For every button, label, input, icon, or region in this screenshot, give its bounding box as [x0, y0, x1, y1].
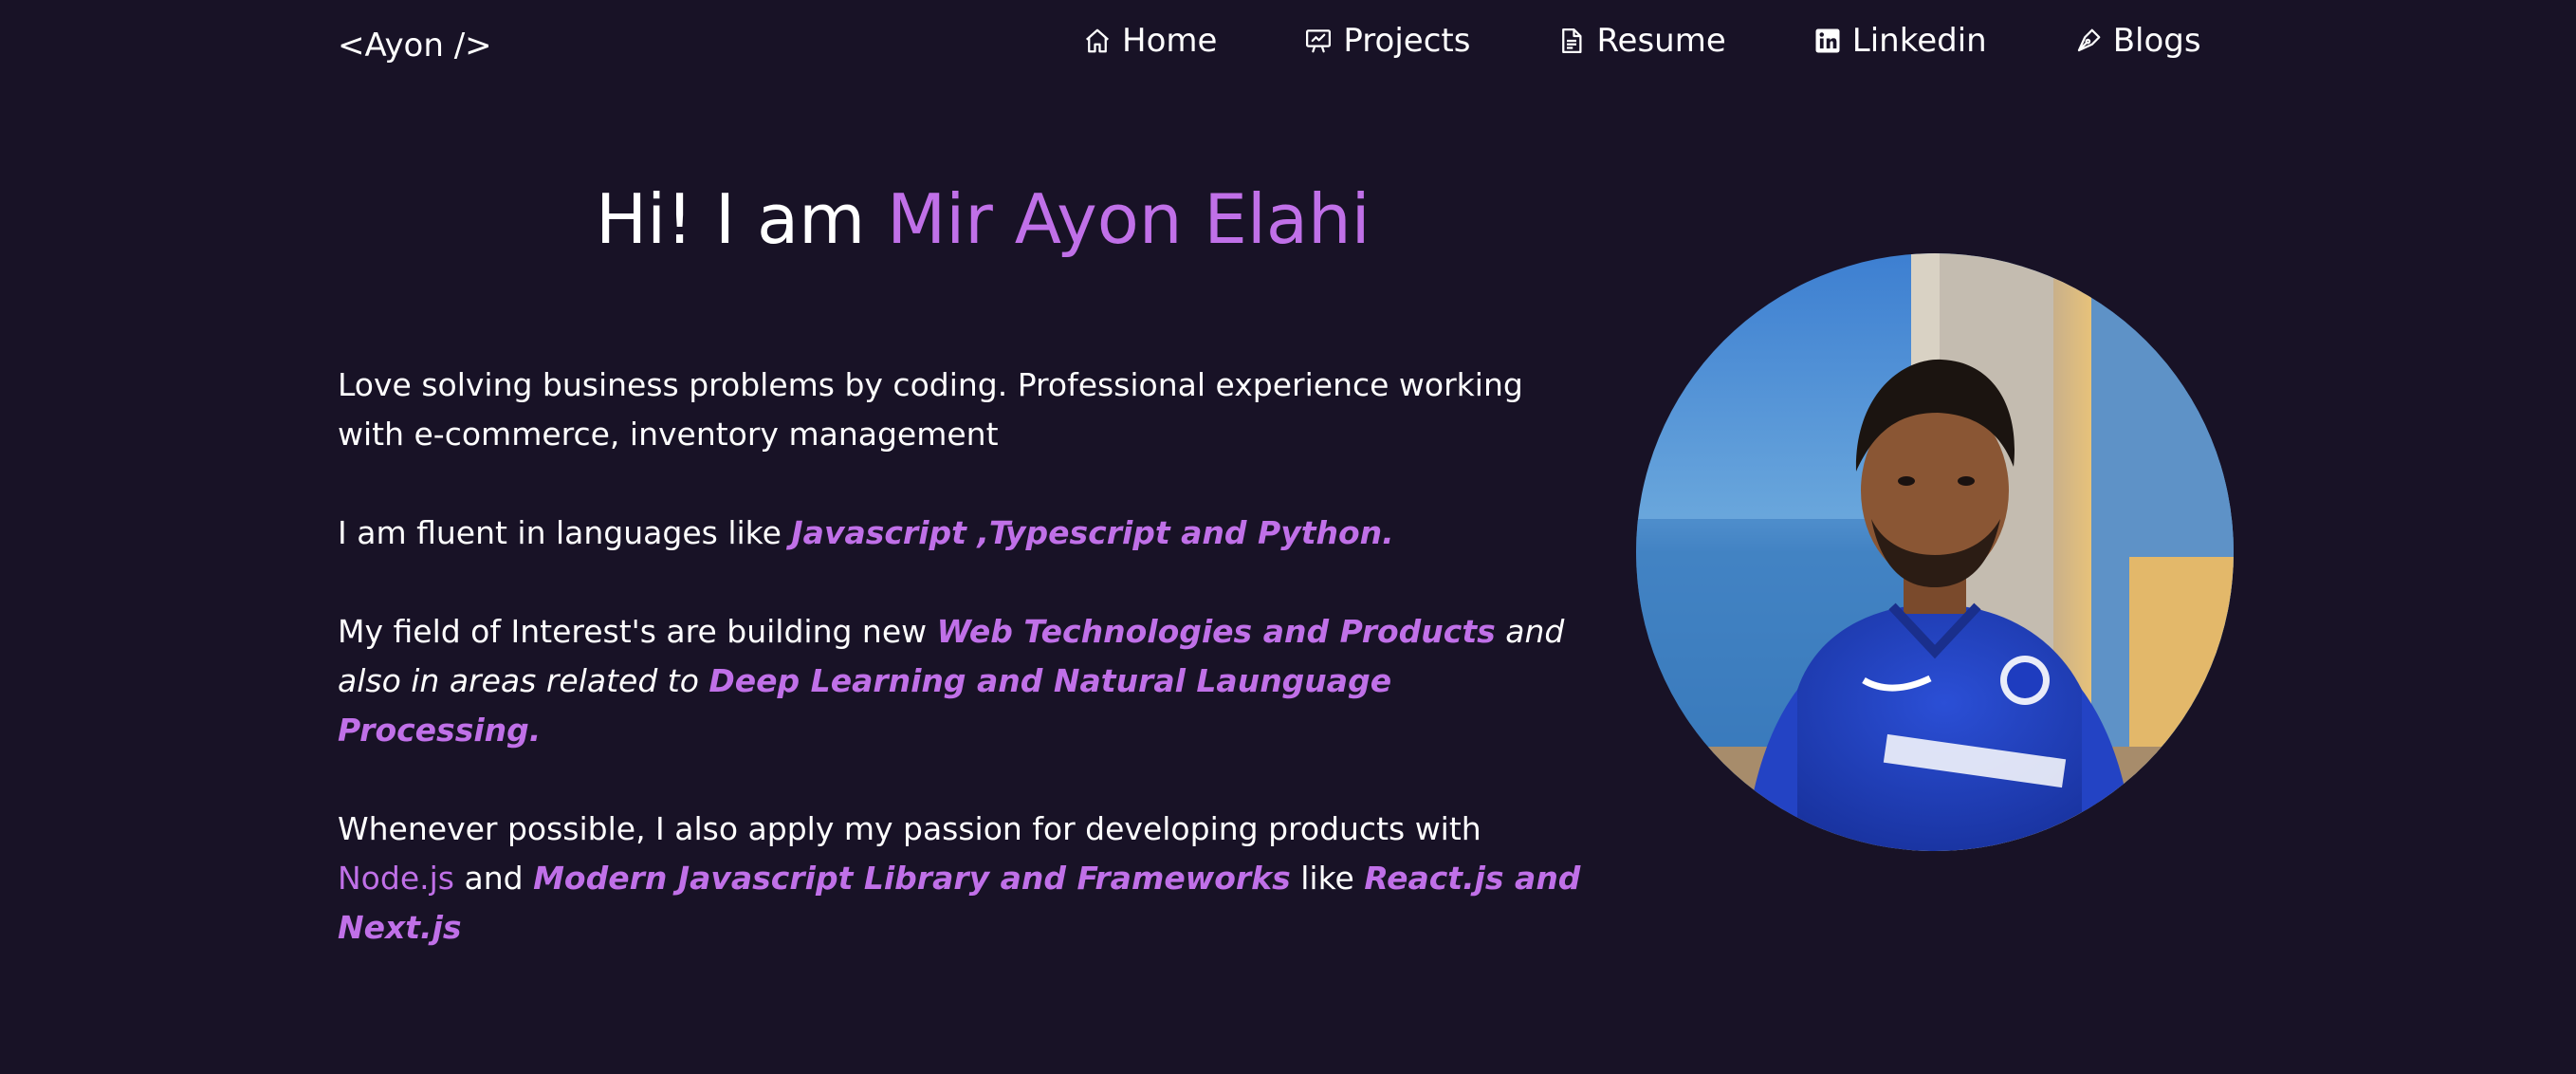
- about-text: My field of Interest's are building new: [338, 613, 937, 650]
- nodejs-highlight: Node.js: [338, 860, 454, 897]
- nav-item-linkedin[interactable]: Linkedin: [1812, 20, 1987, 62]
- nav-item-label: Resume: [1596, 22, 1726, 60]
- nav-item-projects[interactable]: Projects: [1302, 20, 1470, 62]
- about-section: Love solving business problems by coding…: [338, 361, 1599, 1002]
- profile-photo: [1636, 253, 2234, 851]
- nav-item-home[interactable]: Home: [1081, 20, 1217, 62]
- about-text: Whenever possible, I also apply my passi…: [338, 810, 1481, 847]
- about-text: like: [1300, 860, 1365, 897]
- nav-item-label: Projects: [1343, 22, 1471, 60]
- languages-highlight: Javascript ,Typescript and Python.: [791, 514, 1394, 551]
- hero-name: Mir Ayon Elahi: [887, 179, 1371, 259]
- interest-highlight-web: Web Technologies and Products: [936, 613, 1496, 650]
- profile-photo-illustration: [1636, 253, 2234, 851]
- nav-item-resume[interactable]: Resume: [1555, 20, 1726, 62]
- libraries-highlight: Modern Javascript Library and Frameworks: [533, 860, 1291, 897]
- nav-item-label: Linkedin: [1851, 22, 1987, 60]
- hero-title: Hi! I am Mir Ayon Elahi: [596, 176, 1371, 262]
- about-text: and: [453, 860, 534, 897]
- nav-item-label: Home: [1122, 22, 1218, 60]
- nav-item-label: Blogs: [2112, 22, 2201, 60]
- document-icon: [1555, 25, 1588, 57]
- presentation-icon: [1302, 25, 1334, 57]
- about-text: Love solving business problems by coding…: [338, 366, 1523, 453]
- about-paragraph-1: Love solving business problems by coding…: [338, 361, 1599, 459]
- about-text: I am fluent in languages like: [338, 514, 792, 551]
- about-paragraph-4: Whenever possible, I also apply my passi…: [338, 805, 1599, 953]
- nav-item-blogs[interactable]: Blogs: [2072, 20, 2201, 62]
- linkedin-icon: [1812, 25, 1844, 57]
- home-icon: [1081, 25, 1113, 57]
- main-nav: Home Projects Resume Linkedin Blogs: [1081, 17, 2201, 65]
- pen-nib-icon: [2072, 25, 2105, 57]
- about-paragraph-3: My field of Interest's are building new …: [338, 607, 1599, 755]
- hero-greeting: Hi! I am: [596, 179, 888, 259]
- about-paragraph-2: I am fluent in languages like Javascript…: [338, 509, 1599, 558]
- site-logo[interactable]: <Ayon />: [338, 25, 492, 66]
- page: <Ayon /> Home Projects Resume Linkedin B…: [0, 0, 2576, 1074]
